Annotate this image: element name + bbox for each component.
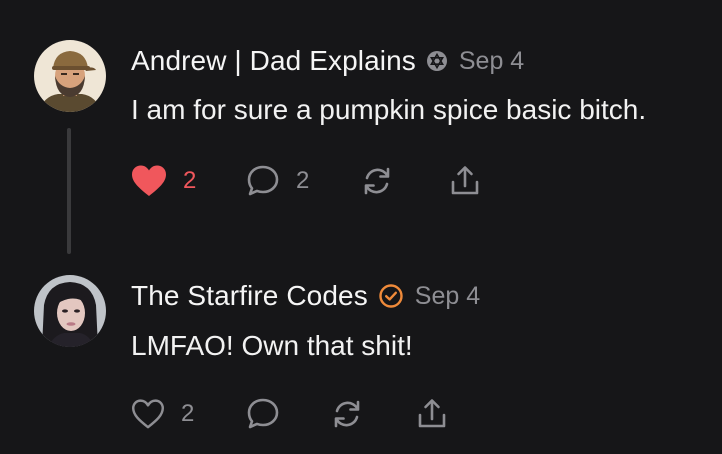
post-header: Andrew | Dad Explains Sep 4 (131, 43, 524, 79)
share-button[interactable] (448, 161, 482, 201)
post-date[interactable]: Sep 4 (459, 47, 524, 76)
like-button[interactable]: 2 (131, 394, 194, 434)
share-upload-icon (415, 397, 449, 431)
avatar[interactable] (34, 40, 106, 112)
thread-connector-line (67, 128, 71, 254)
avatar-image-starfire (34, 275, 106, 347)
speech-bubble-icon (246, 164, 280, 198)
speech-bubble-icon (246, 397, 280, 431)
repost-icon (360, 164, 394, 198)
avatar[interactable] (34, 275, 106, 347)
post-date[interactable]: Sep 4 (415, 282, 480, 311)
comment-button[interactable] (246, 394, 296, 434)
avatar-image-andrew (34, 40, 106, 112)
star-of-david-badge-icon (426, 50, 448, 72)
verified-check-icon (378, 283, 404, 309)
like-button[interactable]: 2 (131, 161, 196, 201)
repost-icon (330, 397, 364, 431)
author-name[interactable]: The Starfire Codes (131, 280, 368, 312)
like-count: 2 (183, 167, 197, 194)
restack-button[interactable] (360, 161, 394, 201)
heart-outline-icon (131, 398, 165, 430)
comment-text: LMFAO! Own that shit! (131, 330, 413, 361)
comment-button[interactable]: 2 (246, 161, 309, 201)
heart-filled-icon (131, 164, 167, 198)
like-count: 2 (181, 400, 195, 427)
action-bar: 2 2 (131, 161, 491, 201)
author-name[interactable]: Andrew | Dad Explains (131, 45, 416, 77)
post-header: The Starfire Codes Sep 4 (131, 278, 480, 314)
share-button[interactable] (415, 394, 449, 434)
comment-text: I am for sure a pumpkin spice basic bitc… (131, 94, 647, 125)
share-upload-icon (448, 164, 482, 198)
action-bar: 2 (131, 394, 461, 434)
comment-count: 2 (296, 167, 310, 194)
restack-button[interactable] (330, 394, 364, 434)
